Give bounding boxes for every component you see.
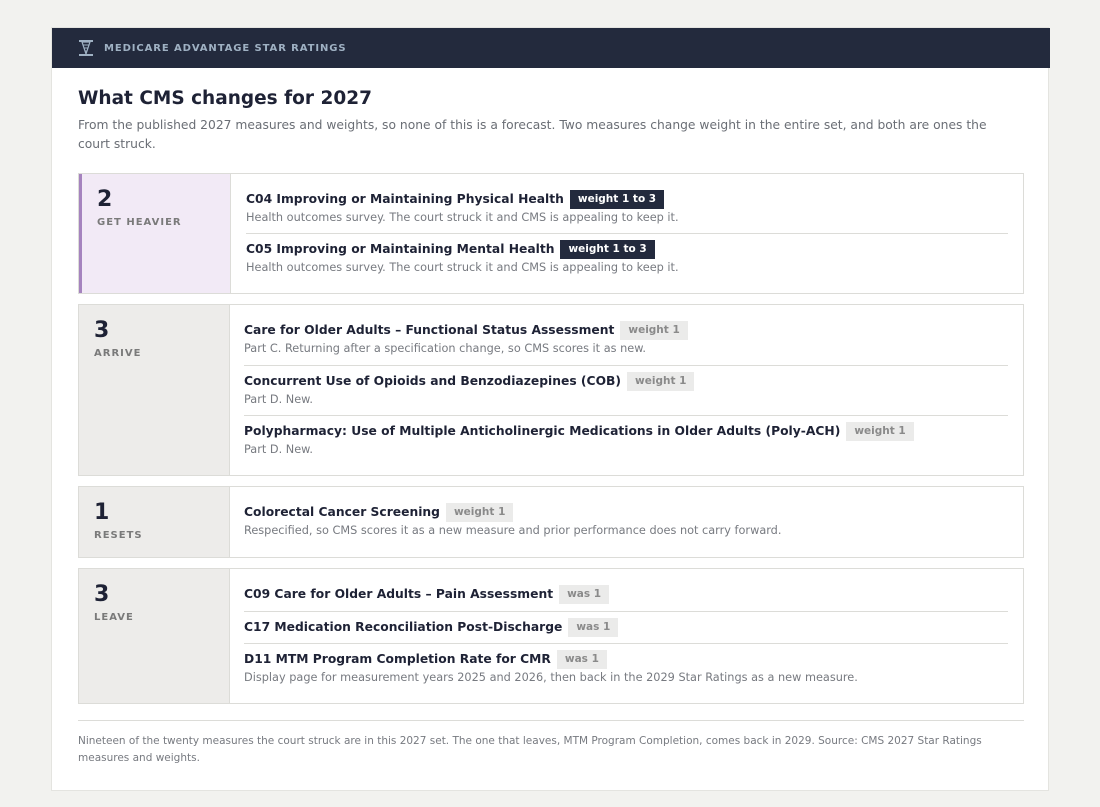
group-label: LEAVE (94, 612, 134, 623)
group-label: RESETS (94, 530, 143, 541)
measure-name: C17 Medication Reconciliation Post-Disch… (244, 620, 563, 634)
measure-item: Concurrent Use of Opioids and Benzodiaze… (244, 365, 1008, 415)
weight-badge: weight 1 (846, 421, 914, 441)
measure-name: Care for Older Adults – Functional Statu… (244, 323, 615, 337)
page-title: What CMS changes for 2027 (78, 88, 372, 109)
scales-column-icon (79, 40, 93, 56)
group-items: C04 Improving or Maintaining Physical He… (231, 174, 1023, 293)
measure-item: Care for Older Adults – Functional Statu… (244, 305, 1008, 365)
was-badge: was 1 (559, 584, 610, 604)
group-items: Colorectal Cancer Screening weight 1 Res… (230, 487, 1023, 557)
group-get-heavier: 2 GET HEAVIER C04 Improving or Maintaini… (78, 173, 1024, 294)
measure-name: C09 Care for Older Adults – Pain Assessm… (244, 587, 554, 601)
measure-note: Health outcomes survey. The court struck… (246, 261, 679, 274)
measure-item: D11 MTM Program Completion Rate for CMR … (244, 643, 1008, 686)
weight-badge: weight 1 (620, 320, 688, 340)
measure-item: C09 Care for Older Adults – Pain Assessm… (244, 569, 1008, 611)
measure-item: Colorectal Cancer Screening weight 1 Res… (244, 487, 1008, 539)
measure-name: C04 Improving or Maintaining Physical He… (246, 192, 564, 206)
header-bar: MEDICARE ADVANTAGE STAR RATINGS (52, 28, 1050, 68)
measure-name: Polypharmacy: Use of Multiple Anticholin… (244, 424, 841, 438)
measure-note: Part C. Returning after a specification … (244, 342, 647, 355)
measure-note: Respecified, so CMS scores it as a new m… (244, 524, 782, 537)
star-ratings-card: MEDICARE ADVANTAGE STAR RATINGS What CMS… (51, 27, 1050, 791)
measure-note: Health outcomes survey. The court struck… (246, 211, 679, 224)
group-count: 3 (94, 582, 110, 607)
measure-item: C04 Improving or Maintaining Physical He… (246, 174, 1008, 233)
measure-item: Polypharmacy: Use of Multiple Anticholin… (244, 415, 1008, 458)
group-side: 2 GET HEAVIER (79, 174, 231, 293)
measure-item: C17 Medication Reconciliation Post-Disch… (244, 611, 1008, 643)
measure-note: Part D. New. (244, 393, 313, 406)
was-badge: was 1 (556, 649, 607, 669)
group-side: 1 RESETS (79, 487, 230, 557)
was-badge: was 1 (568, 617, 619, 637)
brand-label: MEDICARE ADVANTAGE STAR RATINGS (104, 42, 347, 54)
group-count: 3 (94, 318, 110, 343)
group-arrive: 3 ARRIVE Care for Older Adults – Functio… (78, 304, 1024, 476)
measure-name: C05 Improving or Maintaining Mental Heal… (246, 242, 555, 256)
group-leave: 3 LEAVE C09 Care for Older Adults – Pain… (78, 568, 1024, 704)
measure-name: D11 MTM Program Completion Rate for CMR (244, 652, 551, 666)
footer-divider (78, 720, 1024, 721)
weight-badge: weight 1 (627, 371, 695, 391)
group-side: 3 ARRIVE (79, 305, 230, 475)
group-count: 1 (94, 500, 110, 525)
group-items: Care for Older Adults – Functional Statu… (230, 305, 1023, 475)
measure-note: Display page for measurement years 2025 … (244, 671, 858, 684)
footnote: Nineteen of the twenty measures the cour… (78, 735, 982, 764)
weight-badge: weight 1 (445, 502, 514, 522)
group-count: 2 (97, 187, 113, 212)
measure-name: Concurrent Use of Opioids and Benzodiaze… (244, 374, 622, 388)
measure-note: Part D. New. (244, 443, 313, 456)
group-label: GET HEAVIER (97, 217, 182, 228)
weight-badge: weight 1 to 3 (569, 189, 665, 209)
measure-item: C05 Improving or Maintaining Mental Heal… (246, 233, 1008, 276)
intro-text: From the published 2027 measures and wei… (78, 118, 987, 151)
weight-badge: weight 1 to 3 (560, 239, 655, 259)
group-label: ARRIVE (94, 348, 142, 359)
group-side: 3 LEAVE (79, 569, 230, 703)
measure-name: Colorectal Cancer Screening (244, 505, 440, 519)
group-items: C09 Care for Older Adults – Pain Assessm… (230, 569, 1023, 703)
group-resets: 1 RESETS Colorectal Cancer Screening wei… (78, 486, 1024, 558)
